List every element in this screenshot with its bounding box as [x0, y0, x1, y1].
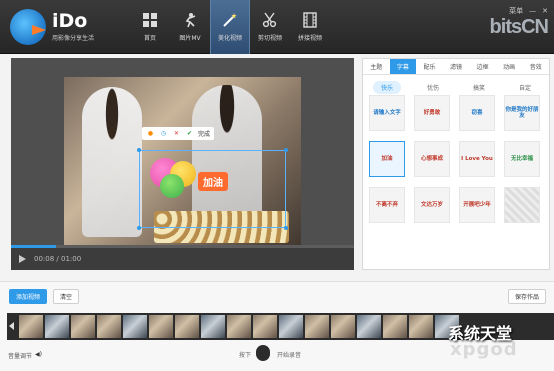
volume-label: 音量调节 — [8, 353, 33, 360]
window-controls: 菜单 — ✕ — [509, 6, 548, 16]
nav-join-video[interactable]: 拼接视频 — [290, 0, 330, 54]
menu-button[interactable]: 菜单 — [509, 6, 523, 16]
sticker-item[interactable]: 文达万岁 — [414, 187, 450, 223]
timeline-thumbnail[interactable] — [175, 315, 199, 338]
speaker-icon[interactable]: ◀) — [35, 351, 42, 358]
timeline-left-arrow-icon[interactable] — [9, 322, 14, 330]
nav-cut-video-label: 剪切视频 — [257, 35, 282, 42]
resize-handle[interactable] — [284, 148, 288, 152]
grid-icon — [143, 13, 157, 27]
add-video-button[interactable]: 添加视频 — [9, 289, 48, 304]
nav-cut-video[interactable]: 剪切视频 — [250, 0, 290, 54]
tab-5[interactable]: 动画 — [496, 59, 523, 74]
record-hint-press: 按下 — [239, 352, 252, 359]
nav-beautify-video[interactable]: 美化视频 — [210, 0, 250, 54]
scissors-icon — [262, 12, 277, 28]
nav-photo-mv-label: 图片MV — [179, 35, 201, 42]
app-name: iDo — [52, 10, 88, 32]
bottom-watermark-domain: xpgod — [450, 339, 518, 360]
film-icon — [303, 12, 317, 28]
timeline-thumbnail[interactable] — [331, 315, 355, 338]
timeline-thumbnail[interactable] — [305, 315, 329, 338]
timeline-thumbnail[interactable] — [149, 315, 173, 338]
timeline-thumbnail[interactable] — [383, 315, 407, 338]
sticker-item[interactable]: 请输入文字 — [369, 95, 405, 131]
clear-button[interactable]: 清空 — [53, 289, 80, 304]
nav-join-video-label: 拼接视频 — [297, 35, 322, 42]
sticker-item[interactable]: 心想事成 — [414, 141, 450, 177]
top-bar: iDo 用影像分享生活 首页 图片MV 美化视频 剪切视频 拼接视频 菜单 — … — [0, 0, 554, 54]
sticker-grid: 请输入文字 好勇敢 窃喜 你是我的好朋友加油 心想事成 I Love You 无比幸福不离不… — [369, 95, 540, 223]
effects-panel: 主题 字幕 配乐 滤镜 边框 动画 音效 快乐 忧伤 搞笑 自定 请输入文字 好勇敢 窃喜 你是我的好朋… — [362, 58, 550, 270]
timeline-thumbnail[interactable] — [19, 315, 43, 338]
sticker-categories: 快乐 忧伤 搞笑 自定 — [363, 75, 549, 94]
save-button[interactable]: 保存作品 — [508, 289, 547, 304]
dancer-icon — [185, 13, 196, 28]
sticker-item[interactable]: 不离不弃 — [369, 187, 405, 223]
timeline-thumbnail[interactable] — [227, 315, 251, 338]
sticker-item[interactable]: 加油 — [369, 141, 405, 177]
play-icon[interactable] — [19, 255, 26, 263]
tab-2[interactable]: 配乐 — [416, 59, 443, 74]
palette-icon[interactable]: ● — [146, 129, 155, 138]
sticker-text[interactable]: 加油 — [198, 172, 228, 191]
record-hint-start: 开始录音 — [277, 352, 302, 359]
sticker-item[interactable]: 窃喜 — [459, 95, 495, 131]
resize-handle[interactable] — [137, 148, 141, 152]
tab-1[interactable]: 字幕 — [389, 59, 417, 74]
confirm-icon[interactable]: ✔ — [185, 129, 194, 138]
timeline-thumbnail[interactable] — [201, 315, 225, 338]
sticker-toolbar: ● ◷ ✕ ✔ 完成 — [142, 127, 215, 140]
close-icon[interactable]: ✕ — [542, 7, 548, 15]
microphone-icon[interactable] — [256, 345, 270, 361]
category-tab-3[interactable]: 自定 — [511, 81, 539, 94]
app-logo — [10, 9, 46, 45]
resize-handle[interactable] — [137, 226, 141, 230]
nav-home[interactable]: 首页 — [130, 0, 170, 54]
timeline-thumbnail[interactable] — [123, 315, 147, 338]
sticker-item[interactable]: 无比幸福 — [504, 141, 540, 177]
nav-beautify-video-label: 美化视频 — [217, 35, 242, 42]
main-nav: 首页 图片MV 美化视频 剪切视频 拼接视频 — [130, 0, 330, 54]
nav-photo-mv[interactable]: 图片MV — [170, 0, 210, 54]
sticker-item[interactable]: 开展吧少年 — [459, 187, 495, 223]
sticker-item[interactable] — [504, 187, 540, 223]
sticker-item[interactable]: 你是我的好朋友 — [504, 95, 540, 131]
timeline-thumbnail[interactable] — [253, 315, 277, 338]
video-timecode: 00:08 / 01:00 — [34, 255, 82, 263]
timeline-thumbnail[interactable] — [279, 315, 303, 338]
category-tab-0[interactable]: 快乐 — [373, 81, 402, 94]
magic-wand-icon — [223, 13, 237, 27]
sticker-item[interactable]: I Love You — [459, 141, 495, 177]
timeline-thumbnails — [19, 315, 459, 338]
nav-home-label: 首页 — [143, 35, 156, 42]
clock-icon[interactable]: ◷ — [159, 129, 168, 138]
timeline-thumbnail[interactable] — [97, 315, 121, 338]
sticker-done-button[interactable]: 完成 — [198, 129, 210, 138]
minimize-icon[interactable]: — — [529, 7, 536, 15]
tab-6[interactable]: 音效 — [522, 59, 549, 74]
site-watermark: bitsCN — [489, 16, 549, 38]
timeline-thumbnail[interactable] — [409, 315, 433, 338]
sticker-item[interactable]: 好勇敢 — [414, 95, 450, 131]
tab-4[interactable]: 边框 — [469, 59, 496, 74]
video-controls: 00:08 / 01:00 — [11, 248, 354, 270]
balloon-sticker — [160, 174, 184, 198]
timeline-thumbnail[interactable] — [71, 315, 95, 338]
tab-3[interactable]: 滤镜 — [443, 59, 470, 74]
tab-0[interactable]: 主题 — [363, 59, 390, 74]
category-tab-2[interactable]: 搞笑 — [465, 81, 493, 94]
effects-tabs: 主题 字幕 配乐 滤镜 边框 动画 音效 — [363, 59, 549, 75]
resize-handle[interactable] — [284, 226, 288, 230]
video-person-left — [82, 87, 142, 237]
delete-icon[interactable]: ✕ — [172, 129, 181, 138]
app-slogan: 用影像分享生活 — [52, 35, 95, 42]
timeline-thumbnail[interactable] — [45, 315, 69, 338]
category-tab-1[interactable]: 忧伤 — [419, 81, 447, 94]
timeline-thumbnail[interactable] — [357, 315, 381, 338]
